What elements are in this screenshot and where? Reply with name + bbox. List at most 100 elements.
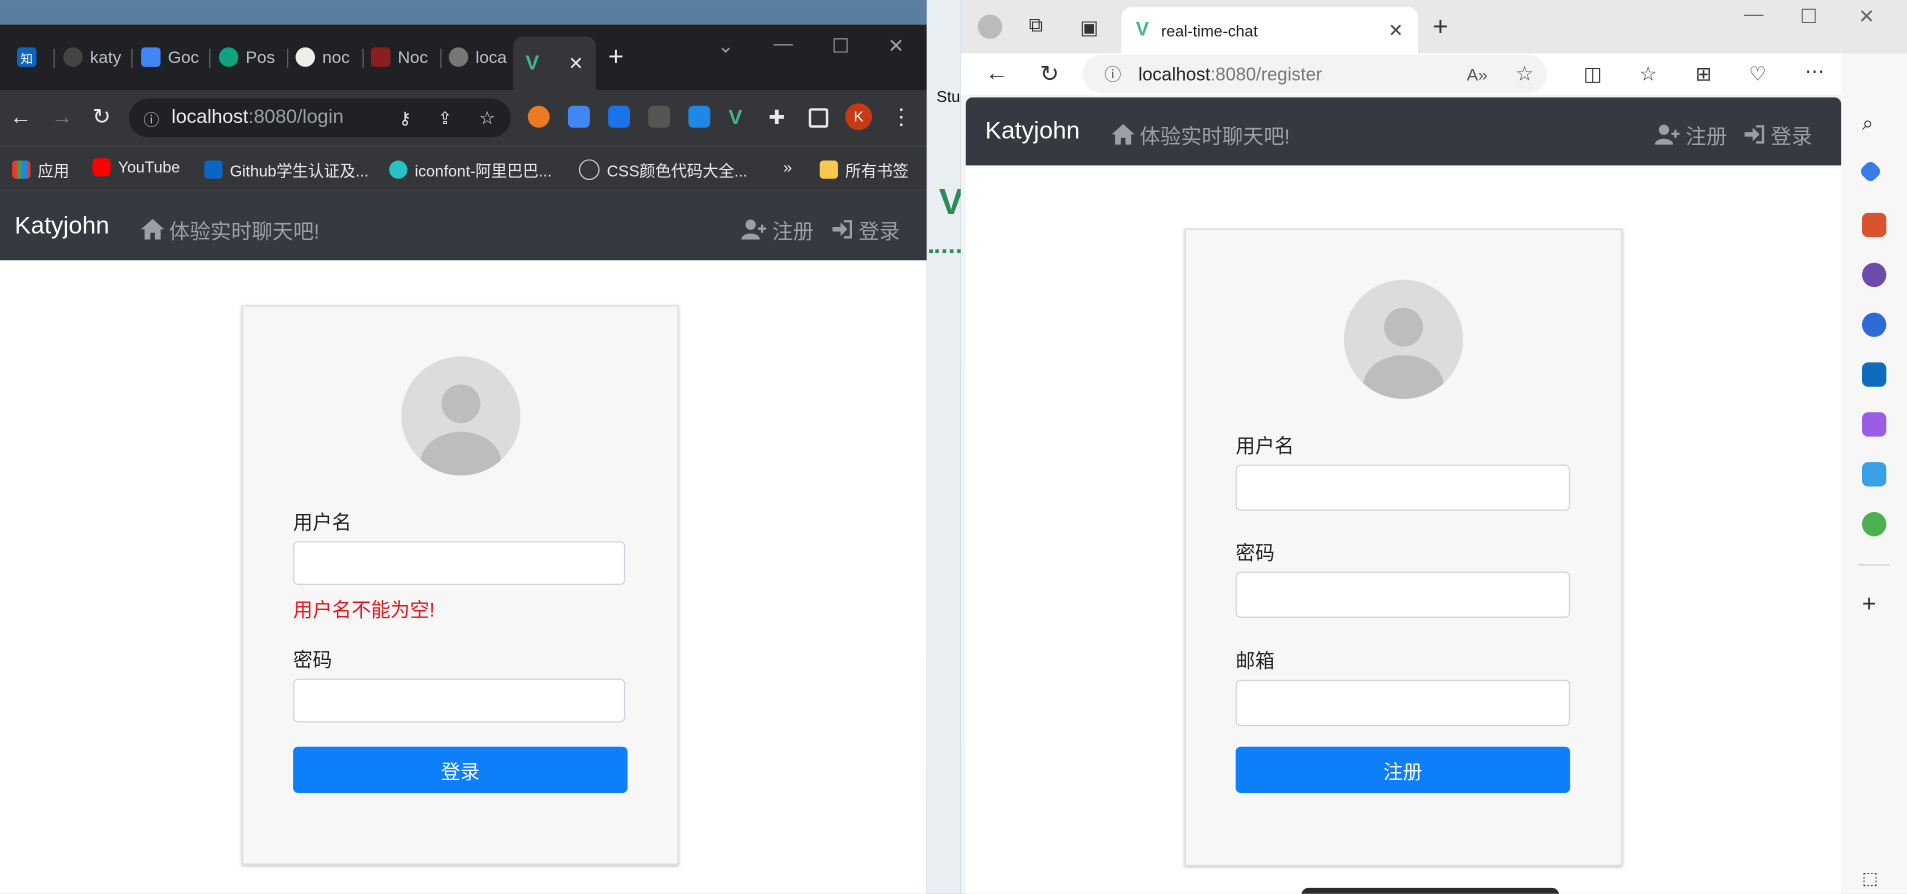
tab-label: Pos xyxy=(245,47,276,67)
split-screen-icon[interactable]: ◫ xyxy=(1583,62,1601,86)
password-input[interactable] xyxy=(293,678,626,723)
bookmark-youtube[interactable]: YouTube xyxy=(92,158,181,177)
shopping-tag-icon[interactable] xyxy=(1858,159,1883,184)
tab-google-translate[interactable]: Goc xyxy=(141,39,199,75)
more-menu-icon[interactable]: ⋯ xyxy=(1805,60,1824,84)
login-button[interactable]: 登录 xyxy=(293,746,628,793)
site-info-icon[interactable]: ⓘ xyxy=(144,106,160,129)
puzzle-icon[interactable]: ✚ xyxy=(769,106,791,129)
tab-real-time-chat[interactable]: V real-time-chat ✕ xyxy=(1121,7,1419,54)
username-input[interactable] xyxy=(293,541,626,585)
home-nav-link[interactable]: 体验实时聊天吧! xyxy=(141,214,320,244)
register-nav-link[interactable]: 注册 xyxy=(741,214,814,244)
register-nav-link[interactable]: 注册 xyxy=(1654,119,1727,149)
bookmark-label: YouTube xyxy=(117,158,181,177)
vue-devtools-icon[interactable]: V xyxy=(729,106,751,129)
key-icon[interactable]: ⚷ xyxy=(399,108,411,129)
login-nav-link[interactable]: 登录 xyxy=(1744,119,1812,149)
games-icon[interactable] xyxy=(1862,262,1887,288)
edge-toolbar: ← ↻ ⓘ localhost:8080/register A» ☆ ◫ ☆ ⊞… xyxy=(960,53,1907,95)
share-icon[interactable]: ⇪ xyxy=(438,108,452,129)
bookmarks-overflow-button[interactable]: » xyxy=(783,158,792,176)
chrome-toolbar: ← → ↻ ⓘ localhost:8080/login ⚷ ⇪ ☆ V ✚ K… xyxy=(0,89,927,146)
translate-ext-icon[interactable] xyxy=(567,105,590,128)
gear-ext-icon[interactable] xyxy=(608,105,630,128)
menu-icon[interactable]: ⋮ xyxy=(890,105,912,131)
favorites-icon[interactable]: ☆ xyxy=(1639,62,1656,86)
workspaces-icon[interactable]: ⧉ xyxy=(1029,16,1043,38)
tab-separator xyxy=(53,48,55,69)
forward-icon[interactable]: → xyxy=(51,105,73,131)
firefox-ext-icon[interactable] xyxy=(527,105,550,128)
new-tab-icon[interactable]: + xyxy=(1433,11,1449,43)
drop-ext-icon[interactable] xyxy=(688,105,711,128)
tree-icon[interactable] xyxy=(1862,512,1887,537)
reload-icon[interactable]: ↻ xyxy=(92,105,110,131)
tab-active-vue[interactable]: V ✕ xyxy=(513,36,596,90)
back-icon[interactable]: ← xyxy=(985,61,1008,88)
designer-icon[interactable] xyxy=(1862,412,1887,437)
tab-localhost[interactable]: loca xyxy=(448,39,507,75)
login-nav-link[interactable]: 登录 xyxy=(832,214,900,244)
screenshot-icon[interactable]: ⬚ xyxy=(1862,868,1886,892)
collections-icon[interactable]: ⊞ xyxy=(1695,62,1711,86)
tab-github-node[interactable]: noc xyxy=(295,39,350,75)
side-panel-icon[interactable] xyxy=(808,108,829,128)
glasses-ext-icon[interactable] xyxy=(648,105,671,128)
register-link-label: 注册 xyxy=(1685,125,1728,149)
minimize-icon[interactable]: — xyxy=(774,34,793,56)
reload-icon[interactable]: ↻ xyxy=(1040,61,1059,89)
address-bar[interactable]: ⓘ localhost:8080/login ⚷ ⇪ ☆ xyxy=(128,98,511,138)
add-icon[interactable]: + xyxy=(1862,591,1886,618)
new-tab-icon[interactable]: + xyxy=(608,41,624,73)
avatar-body xyxy=(420,431,502,476)
bookmark-css-colors[interactable]: CSS颜色代码大全... xyxy=(578,158,747,181)
close-tab-icon[interactable]: ✕ xyxy=(1388,19,1403,42)
tab-zhihu[interactable]: 知 xyxy=(17,39,37,75)
close-window-icon[interactable]: ✕ xyxy=(888,34,904,58)
back-icon[interactable]: ← xyxy=(10,105,32,131)
browser-essentials-icon[interactable]: ♡ xyxy=(1749,62,1766,86)
profile-icon[interactable] xyxy=(977,14,1003,39)
maximize-icon[interactable]: ☐ xyxy=(832,34,849,58)
close-window-icon[interactable]: ✕ xyxy=(1858,5,1874,29)
minimize-icon[interactable]: — xyxy=(1744,5,1763,27)
user-plus-icon xyxy=(741,219,767,240)
read-aloud-icon[interactable]: A» xyxy=(1467,64,1488,83)
favorite-star-icon[interactable]: ☆ xyxy=(1515,62,1534,86)
home-nav-link[interactable]: 体验实时聊天吧! xyxy=(1111,119,1290,149)
tab-github-katy[interactable]: katy xyxy=(63,39,121,75)
tab-actions-icon[interactable]: ▣ xyxy=(1080,16,1098,40)
bookmark-label: Github学生认证及... xyxy=(229,161,369,180)
address-bar[interactable]: ⓘ localhost:8080/register A» ☆ xyxy=(1082,54,1548,94)
brand-link[interactable]: Katyjohn xyxy=(15,213,110,241)
bookmark-iconfont[interactable]: iconfont-阿里巴巴... xyxy=(389,158,552,181)
zhihu-icon: 知 xyxy=(17,47,37,67)
folder-icon xyxy=(819,160,838,179)
youtube-icon xyxy=(92,158,111,177)
close-tab-icon[interactable]: ✕ xyxy=(568,52,583,75)
username-input[interactable] xyxy=(1235,464,1571,511)
email-input[interactable] xyxy=(1235,679,1571,727)
bookmark-all-bookmarks[interactable]: 所有书签 xyxy=(819,158,909,181)
tools-icon[interactable] xyxy=(1862,212,1887,238)
password-input[interactable] xyxy=(1235,571,1571,618)
bookmark-star-icon[interactable]: ☆ xyxy=(479,107,495,129)
send-icon[interactable] xyxy=(1862,462,1887,487)
profile-avatar[interactable]: K xyxy=(845,103,873,131)
vue-icon: V xyxy=(525,51,540,75)
tab-separator xyxy=(209,48,211,69)
outlook-icon[interactable] xyxy=(1862,362,1887,387)
maximize-icon[interactable]: ☐ xyxy=(1800,5,1817,29)
brand-link[interactable]: Katyjohn xyxy=(985,118,1080,146)
tab-search-icon[interactable]: ⌄ xyxy=(718,34,734,58)
bookmark-github-student[interactable]: Github学生认证及... xyxy=(204,158,369,181)
register-button[interactable]: 注册 xyxy=(1235,746,1571,793)
search-icon[interactable]: ⌕ xyxy=(1862,112,1886,136)
site-info-icon[interactable]: ⓘ xyxy=(1104,62,1121,86)
microsoft365-icon[interactable] xyxy=(1862,312,1887,337)
bookmark-apps[interactable]: 应用 xyxy=(12,158,69,181)
home-icon xyxy=(141,218,165,240)
tab-chatgpt[interactable]: Pos xyxy=(218,39,276,75)
tab-node-doc[interactable]: Noc xyxy=(370,39,428,75)
